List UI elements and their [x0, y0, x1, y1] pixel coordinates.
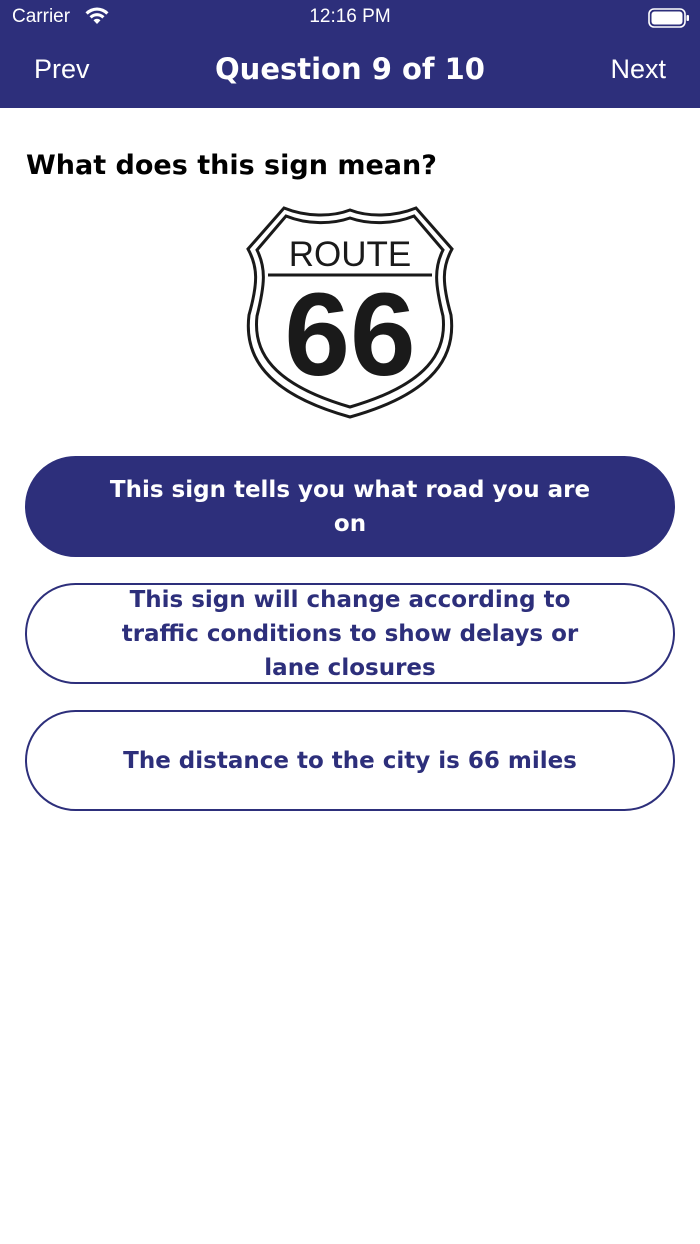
- navigation-bar: Carrier 12:16 PM Prev Question 9 of 10 N…: [0, 0, 700, 108]
- status-bar: Carrier 12:16 PM: [0, 0, 700, 36]
- battery-icon: [648, 8, 689, 28]
- route-66-sign-image: ROUTE 66: [246, 206, 454, 419]
- clock: 12:16 PM: [309, 6, 391, 27]
- next-button[interactable]: Next: [610, 54, 666, 85]
- answer-option-label: The distance to the city is 66 miles: [123, 747, 577, 774]
- answer-option-label: This sign tells you what road you are on: [109, 476, 591, 537]
- question-text: What does this sign mean?: [26, 150, 437, 181]
- answer-option-1[interactable]: This sign tells you what road you are on: [25, 456, 675, 557]
- answer-option-3[interactable]: The distance to the city is 66 miles: [25, 710, 675, 811]
- answer-option-label: This sign will change according to traff…: [121, 586, 579, 681]
- page-title: Question 9 of 10: [215, 52, 485, 86]
- sign-number-text: 66: [284, 269, 415, 401]
- answer-option-2[interactable]: This sign will change according to traff…: [25, 583, 675, 684]
